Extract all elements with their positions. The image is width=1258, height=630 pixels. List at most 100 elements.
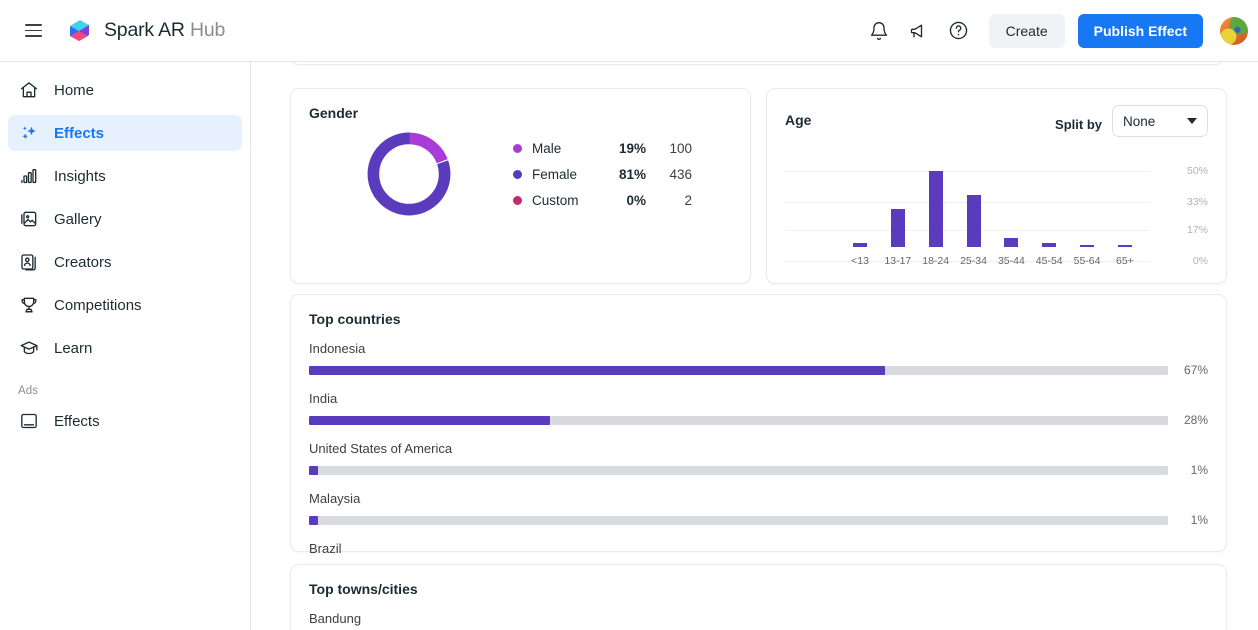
x-axis-tick-label: 25-34 — [960, 255, 987, 267]
page-title: Spark AR Hub — [104, 19, 225, 42]
bar-column[interactable] — [919, 171, 953, 247]
age-bar-chart: 50% 33% 17% 0% <13 13-17 18-24 25-34 35-44 45-54… — [785, 149, 1208, 267]
app-header: Spark AR Hub Create Publish Effect — [0, 0, 1258, 62]
home-icon — [18, 79, 40, 101]
chevron-down-icon — [1187, 118, 1197, 124]
previous-card-partial — [290, 62, 1224, 65]
sidebar-item-gallery[interactable]: Gallery — [8, 201, 242, 237]
bar-column[interactable] — [1070, 245, 1104, 247]
avatar[interactable] — [1220, 16, 1248, 45]
sidebar-item-label: Creators — [54, 253, 112, 271]
gender-card-title: Gender — [309, 105, 359, 121]
question-circle-icon[interactable] — [941, 13, 977, 49]
split-by-value: None — [1123, 113, 1156, 129]
spark-ar-logo — [66, 17, 93, 44]
bar[interactable] — [1080, 245, 1095, 247]
country-name: Malaysia — [309, 491, 361, 506]
split-by-select[interactable]: None — [1112, 105, 1208, 137]
image-icon — [18, 208, 40, 230]
bar[interactable] — [1042, 243, 1057, 247]
legend-percent: 81% — [618, 166, 646, 182]
brand-secondary: Hub — [190, 19, 226, 41]
create-button[interactable]: Create — [988, 13, 1065, 48]
bell-icon[interactable] — [861, 13, 897, 49]
bar-column[interactable] — [957, 194, 991, 247]
legend-label: Female — [532, 166, 578, 182]
bar[interactable] — [853, 243, 867, 247]
bar[interactable] — [1004, 238, 1019, 247]
bar-column[interactable] — [994, 238, 1028, 247]
gender-donut-chart — [309, 127, 509, 221]
country-row: United States of America 1% — [309, 441, 1208, 477]
top-towns-title: Top towns/cities — [309, 581, 418, 597]
sidebar-item-ads-effects[interactable]: Effects — [8, 403, 242, 439]
bar-column[interactable] — [1032, 243, 1066, 247]
country-percent: 28% — [1183, 413, 1208, 427]
bar-chart-icon — [18, 165, 40, 187]
sidebar-item-effects[interactable]: Effects — [8, 115, 242, 151]
bar-column[interactable] — [881, 209, 915, 247]
brand-primary: Spark AR — [104, 19, 185, 41]
sidebar-item-label: Learn — [54, 339, 93, 357]
sidebar-item-competitions[interactable]: Competitions — [8, 287, 242, 323]
country-bar-track — [309, 465, 1168, 475]
main-content: Gender Male 19% 100 Female 81% 436 Custo… — [252, 62, 1258, 630]
bar-column[interactable] — [1108, 245, 1142, 247]
bar[interactable] — [966, 194, 981, 247]
country-percent: 1% — [1190, 513, 1208, 527]
town-row: Bandung — [309, 611, 1208, 626]
sidebar-item-label: Gallery — [54, 210, 102, 228]
legend-value: 2 — [684, 192, 692, 208]
country-bar-fill — [309, 365, 885, 375]
country-bar-track — [309, 365, 1168, 375]
country-percent: 1% — [1190, 463, 1208, 477]
country-bar-track — [309, 415, 1168, 425]
gender-card: Gender Male 19% 100 Female 81% 436 Custo… — [290, 88, 751, 284]
publish-effect-button[interactable]: Publish Effect — [1077, 13, 1203, 48]
sidebar-item-label: Competitions — [54, 296, 142, 314]
bar[interactable] — [1117, 245, 1132, 247]
sidebar-item-learn[interactable]: Learn — [8, 330, 242, 366]
split-by-label: Split by — [1055, 117, 1102, 132]
bar[interactable] — [890, 209, 905, 247]
country-name: India — [309, 391, 338, 406]
country-bar-fill — [309, 515, 318, 525]
bar[interactable] — [928, 171, 943, 247]
graduation-cap-icon — [18, 337, 40, 359]
sidebar-item-home[interactable]: Home — [8, 72, 242, 108]
bar-column[interactable] — [843, 243, 877, 247]
x-axis-tick-label: <13 — [851, 255, 869, 267]
sidebar-section-ads: Ads — [18, 385, 39, 397]
country-bar-fill — [309, 465, 318, 475]
y-axis-tick-label: 0% — [1192, 255, 1208, 267]
sidebar-item-label: Effects — [54, 412, 100, 430]
sidebar-item-label: Effects — [54, 124, 105, 142]
x-axis-tick-label: 18-24 — [922, 255, 950, 267]
country-name: Indonesia — [309, 341, 366, 356]
legend-percent: 19% — [618, 140, 646, 156]
sidebar-item-label: Home — [54, 81, 95, 99]
x-axis-tick-label: 45-54 — [1035, 255, 1063, 267]
sidebar-item-creators[interactable]: Creators — [8, 244, 242, 280]
sparkle-icon — [18, 122, 40, 144]
x-axis-tick-label: 35-44 — [997, 255, 1025, 267]
legend-item-male: Male 19% 100 — [513, 135, 692, 161]
legend-item-custom: Custom 0% 2 — [513, 187, 692, 213]
country-percent: 67% — [1183, 363, 1208, 377]
hamburger-icon[interactable] — [16, 14, 50, 48]
country-row: Malaysia 1% — [309, 491, 1208, 527]
legend-dot-icon — [513, 195, 522, 205]
trophy-icon — [18, 294, 40, 316]
legend-dot-icon — [513, 169, 522, 179]
age-chart-bars — [843, 157, 1142, 247]
country-name: United States of America — [309, 441, 453, 456]
legend-label: Custom — [532, 192, 579, 208]
top-towns-card: Top towns/cities Bandung — [290, 564, 1227, 630]
country-row: Indonesia 67% — [309, 341, 1208, 377]
sidebar-item-insights[interactable]: Insights — [8, 158, 242, 194]
brand-logo-link[interactable]: Spark AR Hub — [66, 17, 225, 44]
country-bar-fill — [309, 415, 550, 425]
megaphone-icon[interactable] — [901, 13, 937, 49]
country-name: Brazil — [309, 541, 342, 556]
y-axis-tick-label: 50% — [1186, 165, 1208, 177]
